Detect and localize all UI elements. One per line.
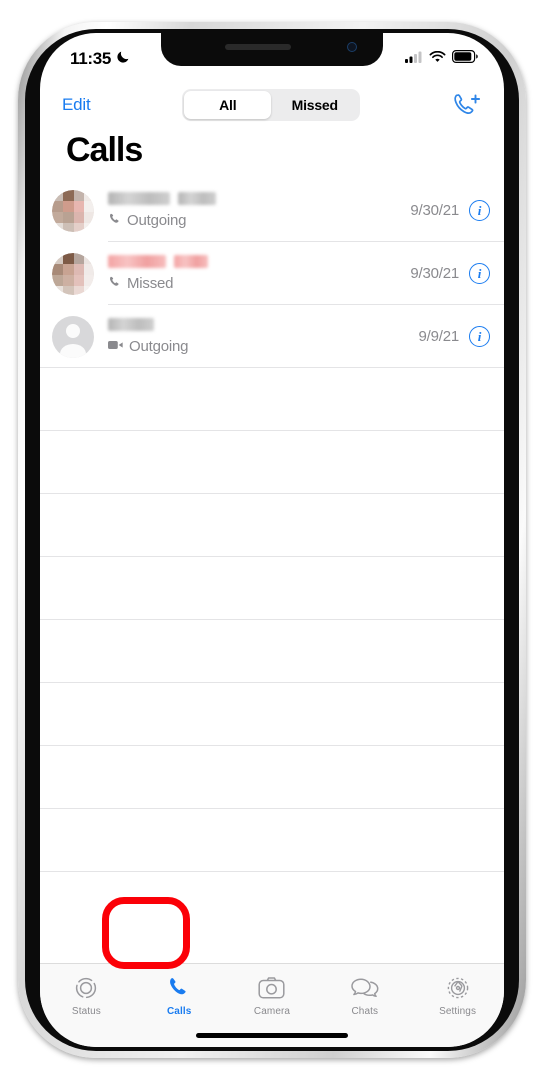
page-title: Calls	[66, 131, 143, 169]
front-camera-icon	[347, 42, 357, 52]
list-item	[40, 494, 504, 557]
status-left: 11:35	[70, 49, 131, 69]
row-right: 9/9/21 i	[418, 326, 504, 347]
phone-screen: 11:35 Edit All Missed Calls Outgoing 9/3…	[40, 33, 504, 1047]
call-type-label: Missed	[127, 275, 174, 292]
earpiece-speaker	[225, 44, 291, 50]
calls-filter-segmented-control[interactable]: All Missed	[182, 89, 361, 121]
redaction-block	[174, 254, 208, 268]
row-right: 9/30/21 i	[410, 200, 504, 221]
redaction-block	[178, 191, 216, 205]
redaction-block	[108, 191, 170, 205]
call-type: Outgoing	[108, 338, 410, 355]
tab-label: Calls	[166, 1006, 192, 1017]
tab-label: Status	[71, 1006, 101, 1017]
phone-handset-icon	[108, 275, 122, 293]
list-item	[40, 431, 504, 494]
battery-icon	[452, 50, 478, 68]
crescent-moon-icon	[116, 49, 131, 69]
edit-button[interactable]: Edit	[62, 95, 91, 115]
chat-bubbles-icon	[350, 974, 380, 1002]
call-type: Outgoing	[108, 212, 402, 230]
row-separator	[40, 871, 504, 872]
list-item	[40, 368, 504, 431]
new-call-button[interactable]	[452, 92, 482, 118]
table-row[interactable]: Outgoing 9/30/21 i	[40, 179, 504, 242]
avatar	[52, 315, 94, 358]
wifi-icon	[429, 50, 446, 68]
call-info-button[interactable]: i	[469, 263, 490, 284]
video-camera-icon	[108, 338, 124, 355]
cellular-signal-icon	[405, 50, 423, 68]
list-item	[40, 620, 504, 683]
tab-camera[interactable]: Camera	[226, 974, 319, 1017]
call-type-label: Outgoing	[127, 212, 187, 229]
call-info-button[interactable]: i	[469, 200, 490, 221]
call-date: 9/30/21	[410, 265, 459, 282]
camera-icon	[258, 974, 286, 1002]
contact-name-redacted	[108, 318, 410, 331]
status-right	[405, 50, 478, 68]
row-body: Outgoing	[108, 191, 410, 230]
list-item	[40, 746, 504, 809]
gear-icon	[445, 974, 471, 1002]
clock-time: 11:35	[70, 49, 112, 68]
phone-handset-icon	[166, 974, 192, 1002]
call-date: 9/9/21	[418, 328, 459, 345]
notch	[161, 33, 383, 66]
table-row[interactable]: Missed 9/30/21 i	[40, 242, 504, 305]
home-indicator	[196, 1033, 348, 1038]
tab-status[interactable]: Status	[40, 974, 133, 1017]
call-type-label: Outgoing	[129, 338, 189, 355]
list-item	[40, 557, 504, 620]
call-history-list: Outgoing 9/30/21 i Missed 9/30/21 i Outg…	[40, 179, 504, 872]
list-item	[40, 809, 504, 872]
contact-name-redacted	[108, 191, 402, 205]
status-rings-icon	[73, 974, 99, 1002]
tab-settings[interactable]: Settings	[411, 974, 504, 1017]
redaction-block	[108, 254, 166, 268]
tab-label: Camera	[253, 1006, 291, 1017]
redaction-block	[108, 318, 154, 331]
navigation-bar: Edit All Missed	[40, 79, 504, 131]
row-body: Missed	[108, 254, 410, 293]
call-type: Missed	[108, 275, 402, 293]
tab-label: Settings	[439, 1006, 477, 1017]
avatar	[52, 189, 94, 232]
segment-missed[interactable]: Missed	[271, 91, 358, 119]
contact-name-redacted	[108, 254, 402, 268]
phone-handset-icon	[108, 212, 122, 230]
call-info-button[interactable]: i	[469, 326, 490, 347]
avatar	[52, 252, 94, 295]
tab-label: Chats	[351, 1006, 379, 1017]
row-body: Outgoing	[108, 318, 418, 355]
call-date: 9/30/21	[410, 202, 459, 219]
tab-calls[interactable]: Calls	[133, 974, 226, 1017]
list-item	[40, 683, 504, 746]
table-row[interactable]: Outgoing 9/9/21 i	[40, 305, 504, 368]
row-right: 9/30/21 i	[410, 263, 504, 284]
segment-all[interactable]: All	[184, 91, 272, 119]
tab-chats[interactable]: Chats	[318, 974, 411, 1017]
